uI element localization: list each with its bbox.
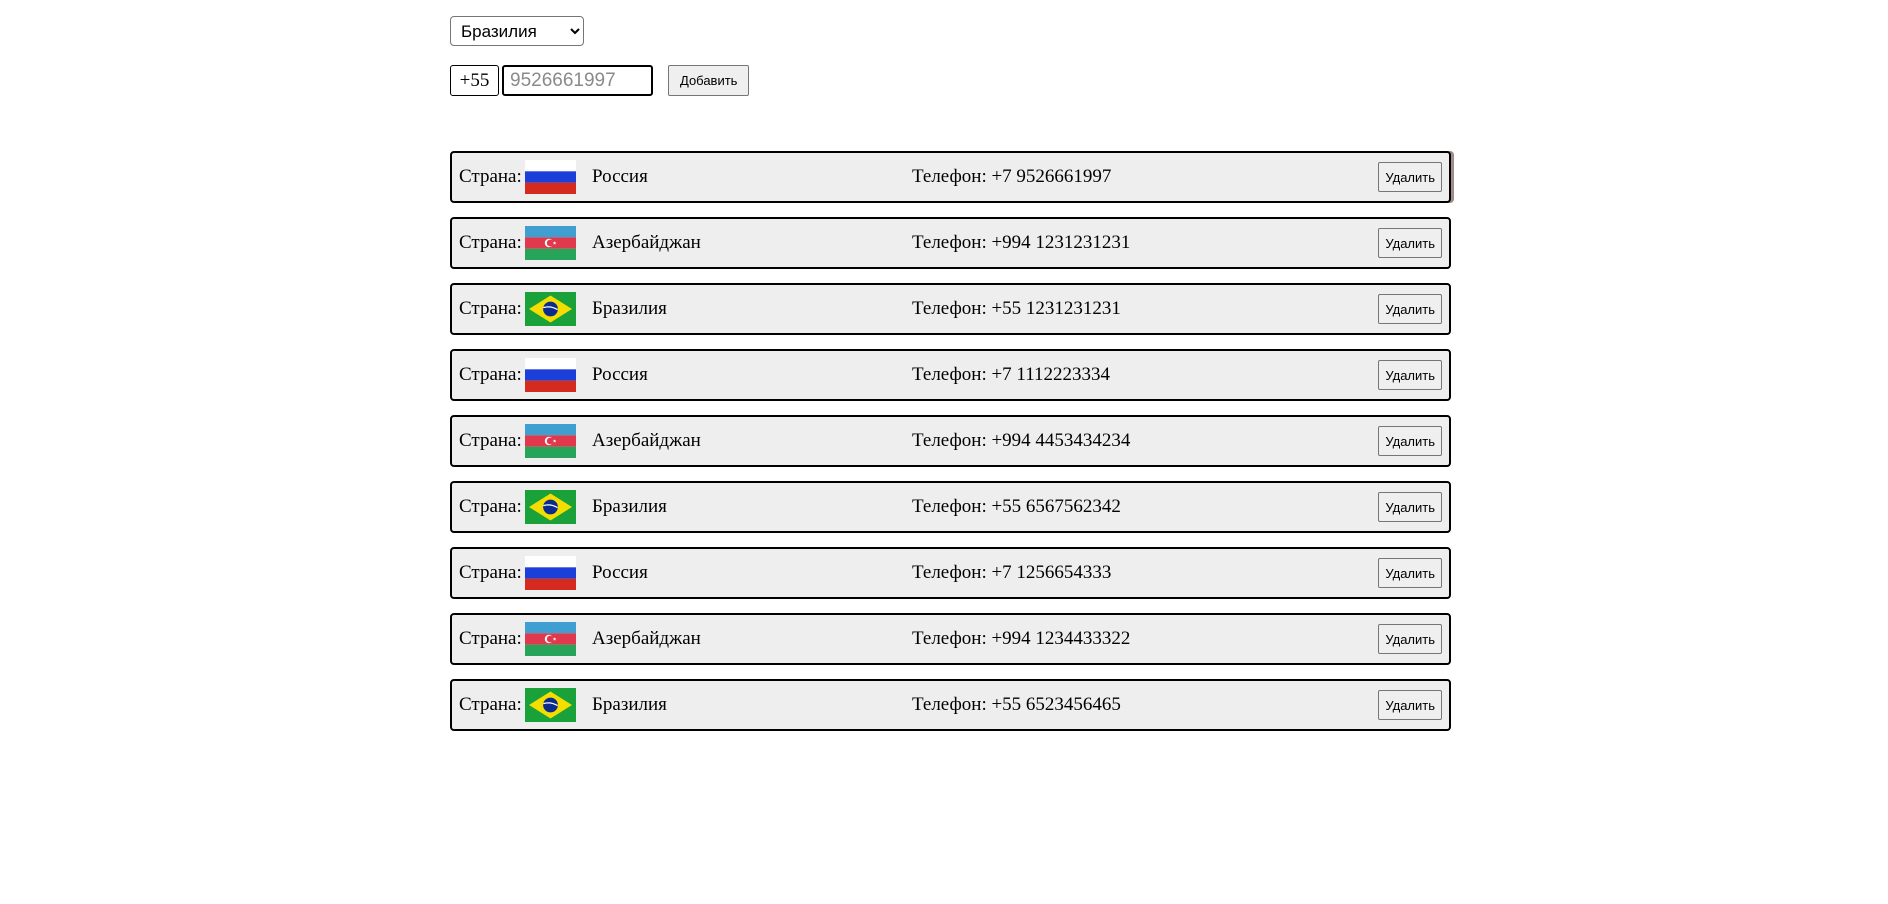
contact-row: Страна: Азербайджан Телефон: +994 123443… xyxy=(450,613,1451,665)
phone-number: Телефон: +994 1231231231 xyxy=(912,232,1131,253)
phone-number: Телефон: +55 1231231231 xyxy=(912,298,1121,319)
flag-az-icon xyxy=(525,424,576,458)
country-label: Страна: xyxy=(459,496,522,517)
country-label: Страна: xyxy=(459,562,522,583)
flag-br-icon xyxy=(525,688,576,722)
delete-button[interactable]: Удалить xyxy=(1378,360,1442,390)
delete-button[interactable]: Удалить xyxy=(1378,228,1442,258)
country-name: Россия xyxy=(592,364,648,385)
contact-row: Страна: Бразилия Телефон: +55 6567562342… xyxy=(450,481,1451,533)
flag-az-icon xyxy=(525,226,576,260)
delete-button[interactable]: Удалить xyxy=(1378,162,1442,192)
country-label: Страна: xyxy=(459,298,522,319)
flag-br-icon xyxy=(525,490,576,524)
country-name: Бразилия xyxy=(592,298,667,319)
country-label: Страна: xyxy=(459,166,522,187)
country-label: Страна: xyxy=(459,364,522,385)
delete-button[interactable]: Удалить xyxy=(1378,426,1442,456)
country-name: Азербайджан xyxy=(592,628,701,649)
country-name: Россия xyxy=(592,166,648,187)
phone-number: Телефон: +7 1112223334 xyxy=(912,364,1111,385)
add-contact-form: +55 Добавить xyxy=(450,65,1451,96)
contact-row: Страна: Бразилия Телефон: +55 6523456465… xyxy=(450,679,1451,731)
country-select[interactable]: РоссияАзербайджанБразилия xyxy=(450,16,584,46)
phone-input[interactable] xyxy=(502,65,653,96)
delete-button[interactable]: Удалить xyxy=(1378,492,1442,522)
delete-button[interactable]: Удалить xyxy=(1378,558,1442,588)
contact-row: Страна: Азербайджан Телефон: +994 123123… xyxy=(450,217,1451,269)
phone-number: Телефон: +55 6567562342 xyxy=(912,496,1121,517)
flag-az-icon xyxy=(525,622,576,656)
contact-row: Страна: Россия Телефон: +7 1112223334 Уд… xyxy=(450,349,1451,401)
contact-row: Страна: Россия Телефон: +7 1256654333 Уд… xyxy=(450,547,1451,599)
country-name: Азербайджан xyxy=(592,430,701,451)
contact-row: Страна: Азербайджан Телефон: +994 445343… xyxy=(450,415,1451,467)
country-label: Страна: xyxy=(459,694,522,715)
country-label: Страна: xyxy=(459,232,522,253)
phone-number: Телефон: +7 1256654333 xyxy=(912,562,1112,583)
country-name: Бразилия xyxy=(592,694,667,715)
phonebook-app: РоссияАзербайджанБразилия +55 Добавить С… xyxy=(450,16,1451,731)
flag-ru-icon xyxy=(525,556,576,590)
phone-number: Телефон: +994 1234433322 xyxy=(912,628,1131,649)
country-label: Страна: xyxy=(459,430,522,451)
country-name: Россия xyxy=(592,562,648,583)
contact-row: Страна: Россия Телефон: +7 9526661997 Уд… xyxy=(450,151,1451,203)
flag-ru-icon xyxy=(525,358,576,392)
country-name: Азербайджан xyxy=(592,232,701,253)
flag-br-icon xyxy=(525,292,576,326)
flag-ru-icon xyxy=(525,160,576,194)
phone-number: Телефон: +994 4453434234 xyxy=(912,430,1131,451)
delete-button[interactable]: Удалить xyxy=(1378,624,1442,654)
phone-number: Телефон: +7 9526661997 xyxy=(912,166,1112,187)
contact-list: Страна: Россия Телефон: +7 9526661997 Уд… xyxy=(450,151,1451,745)
delete-button[interactable]: Удалить xyxy=(1378,690,1442,720)
add-button[interactable]: Добавить xyxy=(668,65,750,96)
phone-number: Телефон: +55 6523456465 xyxy=(912,694,1121,715)
country-name: Бразилия xyxy=(592,496,667,517)
dial-code-display: +55 xyxy=(450,65,499,96)
contact-row: Страна: Бразилия Телефон: +55 1231231231… xyxy=(450,283,1451,335)
delete-button[interactable]: Удалить xyxy=(1378,294,1442,324)
country-label: Страна: xyxy=(459,628,522,649)
